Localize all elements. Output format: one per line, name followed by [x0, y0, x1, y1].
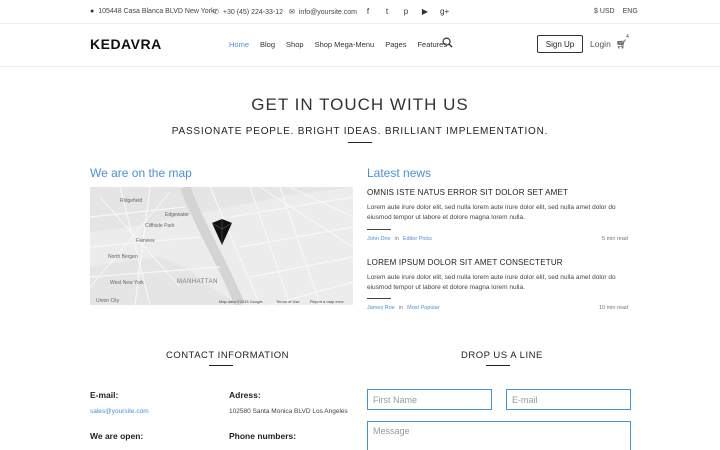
news-author-link[interactable]: John Doe [367, 236, 391, 242]
news-excerpt: Lorem aute irure dolor elit, sed nulla l… [367, 274, 616, 291]
nav-pages[interactable]: Pages [385, 40, 406, 49]
map-report-link[interactable]: Report a map error [310, 299, 344, 304]
site-logo[interactable]: KEDAVRA [90, 36, 162, 52]
language-select[interactable]: ENG [623, 8, 638, 15]
map-label: Fairview [136, 238, 155, 244]
google-plus-icon[interactable]: g+ [440, 7, 449, 16]
facebook-icon[interactable]: f [364, 7, 372, 16]
envelope-icon: ✉ [289, 9, 295, 16]
map-label: Union City [96, 298, 120, 304]
map-label: Cliffside Park [145, 223, 175, 229]
news-divider [367, 229, 391, 230]
currency-select[interactable]: $ USD [594, 8, 615, 15]
locale-switchers: $ USD ENG [594, 8, 638, 15]
youtube-icon[interactable]: ▶ [421, 7, 429, 16]
map-section-title: We are on the map [90, 166, 192, 180]
map-label: North Bergen [108, 254, 138, 260]
social-links: f t p ▶ g+ [364, 7, 449, 16]
nav-shop-mega-menu[interactable]: Shop Mega-Menu [315, 40, 375, 49]
map-roads [90, 187, 353, 305]
location-map[interactable]: Ridgefield Edgewater Cliffside Park Fair… [90, 187, 353, 305]
map-pin-icon: ● [90, 8, 95, 15]
map-terms-link[interactable]: Terms of Use [276, 299, 300, 304]
news-headline[interactable]: LOREM IPSUM DOLOR SIT AMET CONSECTETUR [367, 258, 563, 267]
cart-count-badge: 4 [626, 34, 629, 40]
contact-heading: CONTACT INFORMATION [166, 350, 289, 361]
login-link[interactable]: Login [590, 39, 611, 49]
pinterest-icon[interactable]: p [402, 7, 410, 16]
top-bar: ● 105448 Casa Blanca BLVD New York ✆ +30… [0, 0, 720, 24]
news-read-time: 5 min read [602, 236, 628, 242]
page-title: GET IN TOUCH WITH US [251, 95, 469, 114]
form-heading: DROP US A LINE [461, 350, 543, 361]
phone-text: +30 (45) 224-33-12 [222, 8, 284, 16]
map-label: Ridgefield [120, 198, 143, 204]
email-field[interactable] [506, 389, 631, 410]
nav-blog[interactable]: Blog [260, 40, 275, 49]
top-email[interactable]: ✉ info@yoursite.com [289, 8, 357, 17]
twitter-icon[interactable]: t [383, 7, 391, 16]
top-address: ● 105448 Casa Blanca BLVD New York [90, 8, 214, 15]
news-meta: James Roe in Most Popular [367, 305, 440, 311]
address-label: Adress: [229, 390, 261, 400]
first-name-field[interactable] [367, 389, 492, 410]
map-attribution: Map data ©2015 Google [219, 299, 263, 304]
address-text: 105448 Casa Blanca BLVD New York [98, 8, 215, 15]
news-meta-in: in [394, 236, 399, 242]
cart-icon[interactable]: 🛒︎ [616, 39, 627, 50]
phone-icon: ✆ [213, 9, 219, 16]
contact-heading-divider [209, 365, 233, 366]
main-header: KEDAVRA Home Blog Shop Shop Mega-Menu Pa… [0, 24, 720, 67]
email-text: info@yoursite.com [298, 8, 357, 16]
top-phone[interactable]: ✆ +30 (45) 224-33-12 [213, 8, 284, 17]
search-icon[interactable] [442, 37, 453, 48]
hours-label: We are open: [90, 431, 144, 441]
email-label: E-mail: [90, 390, 119, 400]
title-divider [348, 142, 372, 143]
form-heading-divider [486, 365, 510, 366]
news-category-link[interactable]: Most Popular [407, 305, 439, 311]
news-author-link[interactable]: James Roe [367, 305, 395, 311]
news-meta-in: in [398, 305, 404, 311]
signup-button[interactable]: Sign Up [537, 35, 583, 53]
map-label: Edgewater [165, 212, 189, 218]
contact-address: 102580 Santa Monica BLVD Los Angeles [229, 408, 348, 415]
news-headline[interactable]: OMNIS ISTE NATUS ERROR SIT DOLOR SET AME… [367, 188, 568, 197]
nav-shop[interactable]: Shop [286, 40, 304, 49]
map-label: MANHATTAN [177, 279, 218, 285]
news-section-title: Latest news [367, 166, 432, 180]
phone-numbers-label: Phone numbers: [229, 431, 297, 441]
page-subtitle: PASSIONATE PEOPLE. BRIGHT IDEAS. BRILLIA… [171, 126, 549, 137]
news-excerpt: Lorem aute irure dolor elit, sed nulla l… [367, 204, 616, 221]
main-nav: Home Blog Shop Shop Mega-Menu Pages Feat… [229, 40, 447, 49]
map-label: West New York [110, 280, 144, 286]
news-read-time: 10 min read [598, 305, 628, 311]
news-divider [367, 298, 391, 299]
map-marker-icon[interactable] [212, 219, 232, 245]
contact-email-link[interactable]: sales@yoursite.com [90, 408, 149, 415]
news-category-link[interactable]: Editor Picks [403, 236, 432, 242]
nav-home[interactable]: Home [229, 40, 249, 49]
news-meta: John Doe in Editor Picks [367, 236, 432, 242]
message-field[interactable] [367, 421, 631, 450]
